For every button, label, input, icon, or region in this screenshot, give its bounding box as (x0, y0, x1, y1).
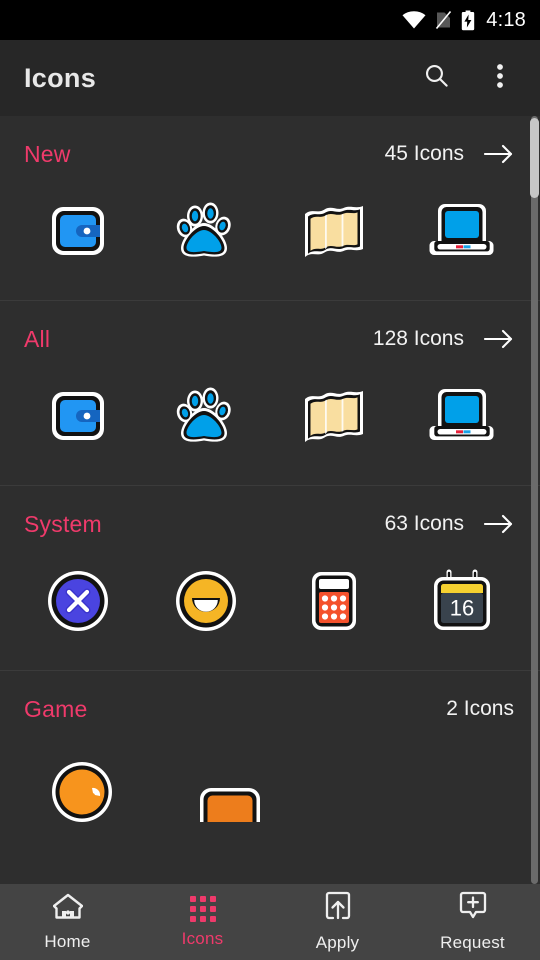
apply-icon (324, 891, 352, 926)
icon-row: 16 (0, 562, 540, 670)
nav-label-icons: Icons (181, 928, 224, 948)
icon-cell-wallet[interactable] (32, 192, 124, 270)
nav-item-home[interactable]: Home (0, 884, 135, 960)
icon-cell-close-circle[interactable] (32, 562, 124, 640)
icon-row (0, 192, 540, 300)
home-icon (52, 892, 83, 925)
nav-item-icons[interactable]: Icons (135, 884, 270, 960)
bottom-navigation: Home Icons Apply Request (0, 884, 540, 960)
icon-cell-map[interactable] (288, 192, 380, 270)
section-header[interactable]: New 45 Icons (0, 116, 540, 192)
icon-pack-screen: 4:18 Icons New 45 Icons All 128 Icons Sy… (0, 0, 540, 960)
icon-row (0, 747, 540, 855)
scrollbar-thumb[interactable] (530, 118, 539, 198)
section-meta: 2 Icons (446, 697, 514, 721)
battery-charging-icon (461, 10, 475, 31)
section-header[interactable]: System 63 Icons (0, 486, 540, 562)
section-count: 128 Icons (372, 327, 464, 350)
section-header[interactable]: All 128 Icons (0, 301, 540, 377)
icon-cell-laptop[interactable] (416, 192, 508, 270)
grid-icon (189, 895, 216, 922)
section-count: 45 Icons (384, 142, 464, 165)
nav-item-apply[interactable]: Apply (270, 884, 405, 960)
icon-cell-game-card[interactable] (184, 747, 276, 825)
section-meta: 63 Icons (385, 509, 514, 539)
section-count: 2 Icons (446, 697, 514, 720)
section-title: New (24, 140, 71, 167)
nav-label-request: Request (440, 933, 505, 952)
icon-cell-paw[interactable] (160, 192, 252, 270)
section-game: Game 2 Icons (0, 670, 540, 855)
nav-label-apply: Apply (315, 933, 360, 952)
status-bar-time: 4:18 (486, 8, 526, 31)
status-bar: 4:18 (0, 0, 540, 40)
app-toolbar: Icons (0, 40, 540, 116)
nav-item-request[interactable]: Request (405, 884, 540, 960)
search-icon (423, 62, 450, 94)
wifi-icon (402, 11, 426, 29)
icon-cell-paw[interactable] (160, 377, 252, 455)
search-button[interactable] (412, 54, 460, 102)
overflow-menu-button[interactable] (476, 54, 524, 102)
icon-cell-laptop[interactable] (416, 377, 508, 455)
section-title: Game (24, 695, 88, 722)
section-meta: 128 Icons (373, 324, 514, 354)
icon-cell-map[interactable] (288, 377, 380, 455)
request-icon (458, 891, 488, 926)
section-title: System (24, 510, 102, 537)
icon-row (0, 377, 540, 485)
section-header[interactable]: Game 2 Icons (0, 671, 540, 747)
sim-off-icon (435, 10, 452, 30)
section-new: New 45 Icons (0, 116, 540, 300)
more-options-icon (496, 62, 504, 95)
icon-cell-smiley[interactable] (160, 562, 252, 640)
icon-cell-wallet[interactable] (32, 377, 124, 455)
calendar-day-label: 16 (450, 596, 474, 621)
nav-label-home: Home (44, 932, 91, 951)
toolbar-actions (412, 54, 540, 102)
arrow-right-icon[interactable] (484, 139, 514, 169)
section-system: System 63 Icons 16 (0, 485, 540, 670)
section-title: All (24, 325, 51, 352)
arrow-right-icon[interactable] (484, 509, 514, 539)
category-list[interactable]: New 45 Icons All 128 Icons System 63 Ico… (0, 116, 540, 884)
section-meta: 45 Icons (385, 139, 514, 169)
icon-cell-calendar[interactable]: 16 (416, 562, 508, 640)
icon-cell-calculator[interactable] (288, 562, 380, 640)
page-title: Icons (24, 62, 97, 93)
section-all: All 128 Icons (0, 300, 540, 485)
arrow-right-icon[interactable] (484, 324, 514, 354)
icon-cell-game-round[interactable] (36, 747, 128, 825)
scrollbar-track[interactable] (531, 116, 538, 884)
section-count: 63 Icons (384, 512, 464, 535)
